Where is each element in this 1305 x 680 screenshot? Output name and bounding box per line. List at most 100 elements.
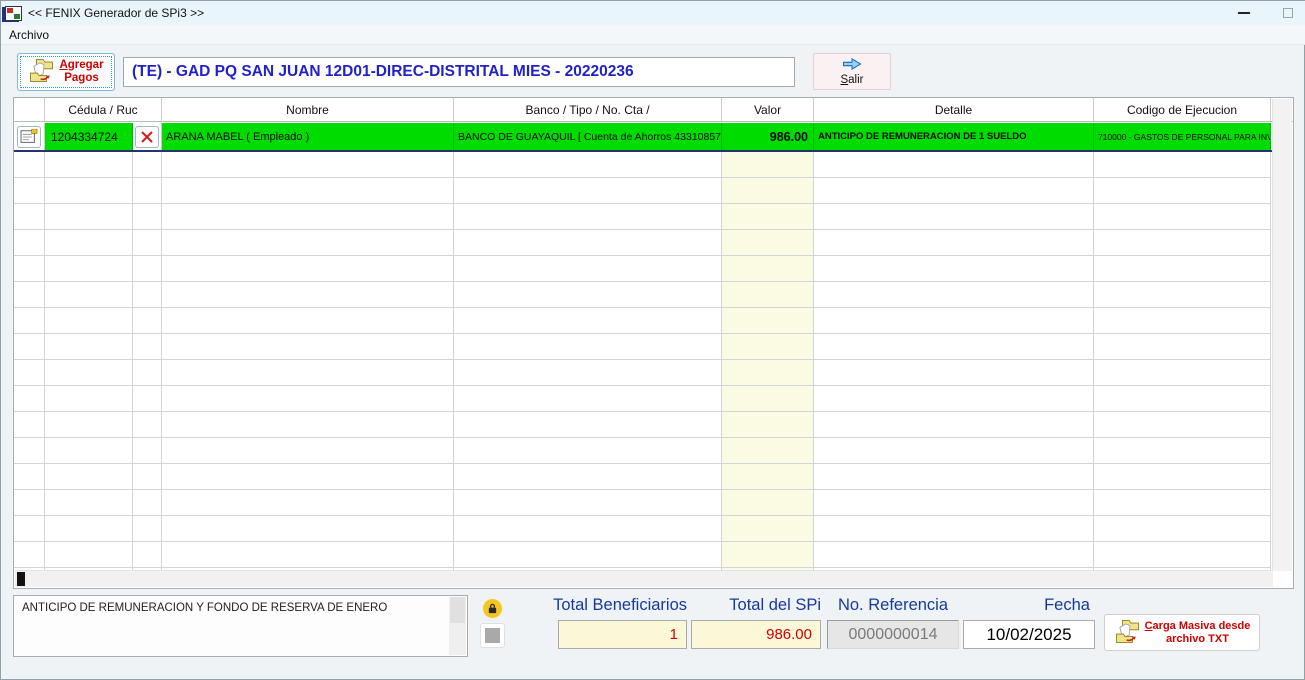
empty-cell xyxy=(722,412,814,438)
entity-title-field[interactable]: (TE) - GAD PQ SAN JUAN 12D01-DIREC-DISTR… xyxy=(123,57,795,87)
empty-cell xyxy=(162,516,454,542)
empty-cell xyxy=(14,230,45,256)
col-header-icon xyxy=(14,98,45,121)
empty-cell xyxy=(814,152,1094,178)
empty-row[interactable] xyxy=(14,412,1272,438)
empty-cell xyxy=(162,464,454,490)
empty-row[interactable] xyxy=(14,152,1272,178)
titlebar: << FENIX Generador de SPi3 >> xyxy=(1,1,1305,25)
empty-cell xyxy=(814,490,1094,516)
empty-cell xyxy=(814,386,1094,412)
empty-row[interactable] xyxy=(14,464,1272,490)
empty-cell xyxy=(814,360,1094,386)
total-beneficiarios-label: Total Beneficiarios xyxy=(553,596,687,614)
empty-cell xyxy=(14,412,45,438)
empty-cell xyxy=(722,256,814,282)
empty-cell xyxy=(45,256,133,282)
delete-row-button[interactable] xyxy=(135,125,159,148)
total-spi-value: 986.00 xyxy=(691,620,821,649)
menu-archivo[interactable]: Archivo xyxy=(1,26,57,44)
cell-codigo: 710000 - GASTOS DE PERSONAL PARA INVERSI xyxy=(1094,123,1271,150)
col-header-valor[interactable]: Valor xyxy=(722,98,814,121)
empty-row[interactable] xyxy=(14,386,1272,412)
selected-payment-row[interactable]: 1204334724 ARANA MABEL ( Empleado ) BANC… xyxy=(14,123,1272,152)
empty-cell xyxy=(1094,178,1271,204)
descripcion-text: ANTICIPO DE REMUNERACION Y FONDO DE RESE… xyxy=(22,602,388,614)
grid-horizontal-scrollbar[interactable] xyxy=(15,570,1273,587)
empty-row[interactable] xyxy=(14,516,1272,542)
empty-row[interactable] xyxy=(14,308,1272,334)
empty-row[interactable] xyxy=(14,542,1272,568)
empty-cell xyxy=(14,178,45,204)
empty-cell xyxy=(722,282,814,308)
empty-cell xyxy=(162,360,454,386)
minimize-button[interactable] xyxy=(1229,3,1259,23)
fecha-field[interactable]: 10/02/2025 xyxy=(963,620,1095,649)
empty-row[interactable] xyxy=(14,282,1272,308)
empty-row[interactable] xyxy=(14,360,1272,386)
empty-cell xyxy=(454,464,722,490)
empty-row[interactable] xyxy=(14,204,1272,230)
empty-cell xyxy=(814,542,1094,568)
empty-cell xyxy=(1094,464,1271,490)
empty-cell xyxy=(722,204,814,230)
empty-cell xyxy=(14,464,45,490)
empty-cell xyxy=(45,152,133,178)
descripcion-scrollbar[interactable] xyxy=(449,597,466,655)
empty-cell xyxy=(14,282,45,308)
empty-row[interactable] xyxy=(14,490,1272,516)
referencia-label: No. Referencia xyxy=(837,596,949,614)
empty-cell xyxy=(133,152,162,178)
horizontal-scroll-thumb[interactable] xyxy=(17,572,25,586)
empty-cell xyxy=(454,308,722,334)
empty-cell xyxy=(133,412,162,438)
col-header-cedula[interactable]: Cédula / Ruc xyxy=(45,98,162,121)
delete-x-icon xyxy=(141,130,153,143)
empty-cell xyxy=(454,230,722,256)
empty-cell xyxy=(45,334,133,360)
descripcion-scroll-thumb[interactable] xyxy=(450,597,465,623)
cell-detalle: ANTICIPO DE REMUNERACION DE 1 SUELDO xyxy=(814,123,1094,150)
restore-button[interactable] xyxy=(1273,3,1303,23)
app-icon xyxy=(5,5,22,21)
empty-cell xyxy=(45,386,133,412)
cell-nombre: ARANA MABEL ( Empleado ) xyxy=(162,123,454,150)
col-header-codigo[interactable]: Codigo de Ejecucion xyxy=(1094,98,1271,121)
empty-cell xyxy=(814,438,1094,464)
salir-button[interactable]: Salir xyxy=(813,53,891,90)
empty-cell xyxy=(162,256,454,282)
bulk-load-folders-icon xyxy=(1114,618,1141,648)
empty-row[interactable] xyxy=(14,178,1272,204)
empty-cell xyxy=(1094,360,1271,386)
empty-cell xyxy=(162,230,454,256)
carga-masiva-button[interactable]: Carga Masiva desde archivo TXT xyxy=(1104,614,1260,651)
empty-row[interactable] xyxy=(14,256,1272,282)
empty-cell xyxy=(133,178,162,204)
agregar-pagos-button[interactable]: Agregar Pagos xyxy=(17,53,115,91)
edit-row-button[interactable] xyxy=(17,125,41,148)
empty-cell xyxy=(722,334,814,360)
col-header-banco[interactable]: Banco / Tipo / No. Cta / xyxy=(454,98,722,121)
empty-cell xyxy=(133,256,162,282)
empty-cell xyxy=(162,542,454,568)
empty-cell xyxy=(454,256,722,282)
empty-row[interactable] xyxy=(14,438,1272,464)
empty-row[interactable] xyxy=(14,230,1272,256)
exit-arrow-icon xyxy=(841,57,863,74)
empty-cell xyxy=(454,386,722,412)
empty-cell xyxy=(162,152,454,178)
empty-row[interactable] xyxy=(14,334,1272,360)
col-header-nombre[interactable]: Nombre xyxy=(162,98,454,121)
empty-cell xyxy=(162,178,454,204)
empty-cell xyxy=(133,516,162,542)
color-swatch-button[interactable] xyxy=(480,623,505,648)
grid-vertical-scrollbar[interactable] xyxy=(1272,99,1292,571)
empty-cell xyxy=(814,412,1094,438)
empty-cell xyxy=(454,282,722,308)
empty-cell xyxy=(454,412,722,438)
descripcion-textarea[interactable]: ANTICIPO DE REMUNERACION Y FONDO DE RESE… xyxy=(13,595,468,657)
col-header-detalle[interactable]: Detalle xyxy=(814,98,1094,121)
empty-cell xyxy=(133,542,162,568)
empty-cell xyxy=(454,178,722,204)
empty-cell xyxy=(722,516,814,542)
